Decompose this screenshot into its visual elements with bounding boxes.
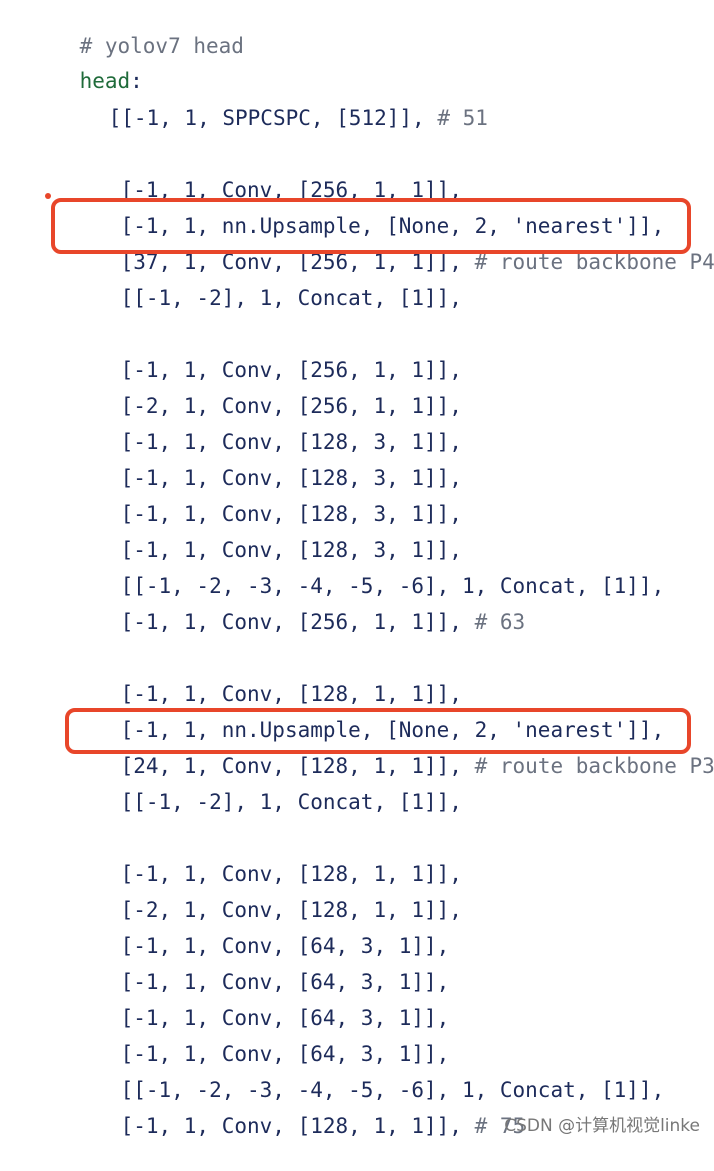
code-line: [-2, 1, Conv, [128, 1, 1]], bbox=[70, 865, 462, 922]
code-line: [[-1, -2, -3, -4, -5, -6], 1, Concat, [1… bbox=[70, 541, 665, 598]
highlight-box-route-p4 bbox=[51, 198, 691, 254]
code-line: [[-1, -2], 1, Concat, [1]], bbox=[70, 253, 462, 310]
bullet-marker-icon bbox=[45, 193, 51, 199]
code-line: [[-1, -2, -3, -4, -5, -6], 1, Concat, [1… bbox=[70, 1045, 665, 1102]
code-line: [-1, 1, Conv, [128, 3, 1]], bbox=[70, 433, 462, 490]
code-line: [-2, 1, Conv, [256, 1, 1]], bbox=[70, 361, 462, 418]
code-line: [-1, 1, Conv, [256, 1, 1]], # 63 bbox=[70, 577, 526, 634]
code-text: [[-1, -2], 1, Concat, [1]], bbox=[120, 286, 462, 310]
code-line: [-1, 1, Conv, [128, 3, 1]], bbox=[70, 505, 462, 562]
highlight-box-route-p3 bbox=[65, 708, 691, 754]
code-line-sppcspc: [[-1, 1, SPPCSPC, [512]], # 51 bbox=[58, 73, 488, 130]
code-line: [-1, 1, Conv, [64, 3, 1]], bbox=[70, 937, 450, 994]
code-text: [-1, 1, Conv, [256, 1, 1]], bbox=[120, 610, 462, 634]
code-text: [-1, 1, Conv, [128, 1, 1]], bbox=[120, 1114, 462, 1138]
comment: # 51 bbox=[437, 106, 488, 130]
code-line: [-1, 1, Conv, [128, 3, 1]], bbox=[70, 469, 462, 526]
code-line: [-1, 1, Conv, [128, 1, 1]], bbox=[70, 649, 462, 706]
code-line-header: # yolov7 head bbox=[29, 1, 244, 58]
code-text: [[-1, -2], 1, Concat, [1]], bbox=[120, 790, 462, 814]
code-block: # yolov7 head head: [[-1, 1, SPPCSPC, [5… bbox=[0, 0, 714, 1144]
code-line: [-1, 1, Conv, [256, 1, 1]], bbox=[70, 145, 462, 202]
code-line: [-1, 1, Conv, [64, 3, 1]], bbox=[70, 1009, 450, 1066]
code-line: [-1, 1, Conv, [64, 3, 1]], bbox=[70, 901, 450, 958]
code-text: [[-1, 1, SPPCSPC, [512]], bbox=[108, 106, 425, 130]
code-line: [-1, 1, Conv, [128, 3, 1]], bbox=[70, 397, 462, 454]
comment: # 63 bbox=[474, 610, 526, 634]
code-line: [-1, 1, Conv, [128, 1, 1]], bbox=[70, 829, 462, 886]
comment: # route backbone P3 bbox=[474, 754, 714, 778]
code-line: [[-1, -2], 1, Concat, [1]], bbox=[70, 757, 462, 814]
watermark: CSDN @计算机视觉linke bbox=[504, 1116, 700, 1136]
code-line-head-key: head: bbox=[29, 36, 143, 93]
code-line: [-1, 1, Conv, [128, 1, 1]], # 75 bbox=[70, 1081, 526, 1138]
code-line: [-1, 1, Conv, [256, 1, 1]], bbox=[70, 325, 462, 382]
code-line: [-1, 1, Conv, [64, 3, 1]], bbox=[70, 973, 450, 1030]
